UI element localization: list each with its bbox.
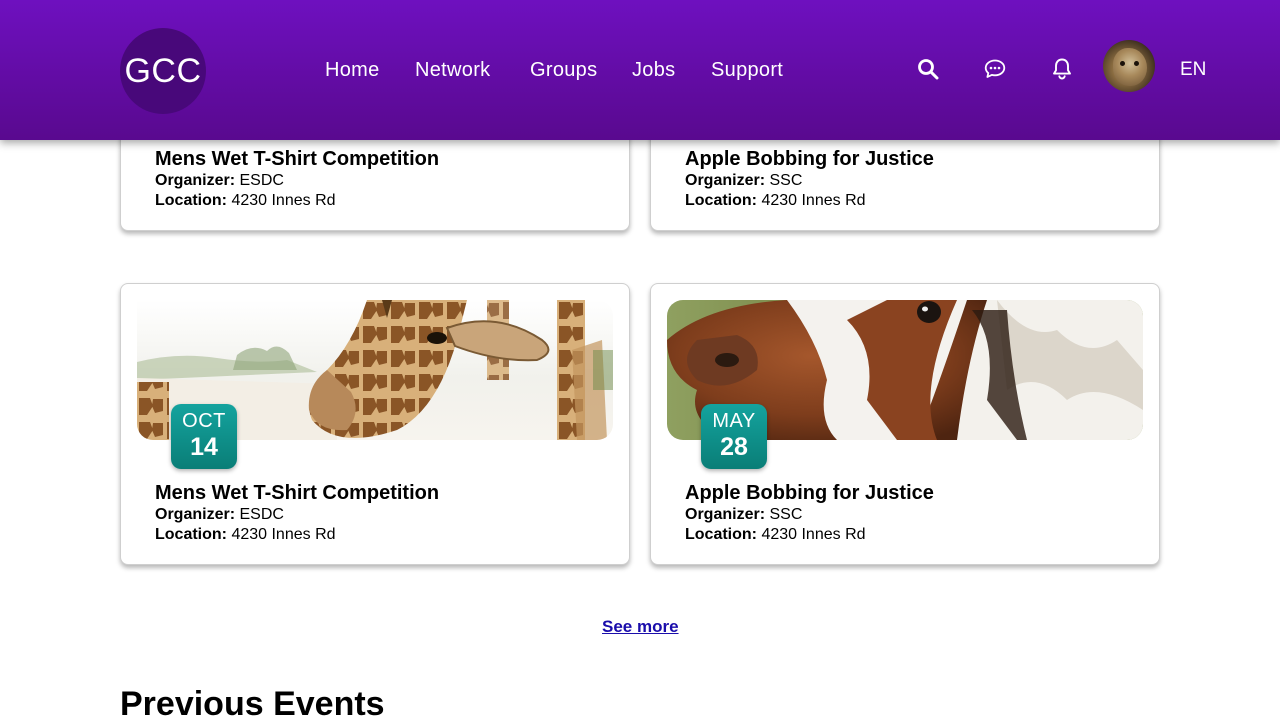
event-title[interactable]: Apple Bobbing for Justice	[685, 481, 934, 505]
event-date-badge: MAY 28	[701, 404, 767, 469]
event-location: Location: 4230 Innes Rd	[685, 525, 866, 545]
see-more-link[interactable]: See more	[602, 617, 679, 637]
organizer-label: Organizer:	[685, 506, 770, 523]
event-month: OCT	[182, 410, 226, 432]
organizer-label: Organizer:	[155, 172, 240, 189]
location-value: 4230 Innes Rd	[231, 192, 336, 209]
event-organizer: Organizer: SSC	[685, 505, 802, 525]
organizer-label: Organizer:	[685, 172, 770, 189]
event-day: 14	[190, 433, 218, 461]
search-icon[interactable]	[915, 55, 941, 83]
organizer-value: ESDC	[239, 172, 284, 189]
event-location: Location: 4230 Innes Rd	[155, 525, 336, 545]
bell-icon[interactable]	[1049, 55, 1075, 83]
top-header: GCC Home Network Groups Jobs Support EN	[0, 0, 1280, 140]
location-label: Location:	[155, 526, 232, 543]
language-toggle[interactable]: EN	[1180, 58, 1206, 82]
nav-jobs[interactable]: Jobs	[632, 57, 675, 83]
organizer-label: Organizer:	[155, 506, 240, 523]
event-title[interactable]: Mens Wet T-Shirt Competition	[155, 147, 439, 171]
location-label: Location:	[155, 192, 232, 209]
organizer-value: SSC	[769, 506, 803, 523]
organizer-value: SSC	[769, 172, 803, 189]
location-value: 4230 Innes Rd	[761, 526, 866, 543]
event-organizer: Organizer: ESDC	[155, 505, 284, 525]
location-label: Location:	[685, 192, 762, 209]
location-label: Location:	[685, 526, 762, 543]
previous-events-heading: Previous Events	[120, 685, 385, 720]
location-value: 4230 Innes Rd	[761, 192, 866, 209]
event-title[interactable]: Mens Wet T-Shirt Competition	[155, 481, 439, 505]
event-card[interactable]: OCT 14 Mens Wet T-Shirt Competition Orga…	[120, 283, 630, 565]
event-date-badge: OCT 14	[171, 404, 237, 469]
chat-icon[interactable]	[982, 55, 1008, 83]
event-location: Location: 4230 Innes Rd	[685, 191, 866, 211]
gcc-logo[interactable]: GCC	[120, 28, 206, 114]
nav-home[interactable]: Home	[325, 57, 380, 83]
user-avatar[interactable]	[1103, 40, 1155, 92]
event-card[interactable]: MAY 28 Apple Bobbing for Justice Organiz…	[650, 283, 1160, 565]
event-title[interactable]: Apple Bobbing for Justice	[685, 147, 934, 171]
event-location: Location: 4230 Innes Rd	[155, 191, 336, 211]
organizer-value: ESDC	[239, 506, 284, 523]
nav-support[interactable]: Support	[711, 57, 783, 83]
location-value: 4230 Innes Rd	[231, 526, 336, 543]
event-month: MAY	[712, 410, 756, 432]
event-day: 28	[720, 433, 748, 461]
event-organizer: Organizer: SSC	[685, 171, 802, 191]
avatar-photo	[1113, 48, 1147, 86]
nav-groups[interactable]: Groups	[530, 57, 597, 83]
nav-network[interactable]: Network	[415, 57, 490, 83]
event-organizer: Organizer: ESDC	[155, 171, 284, 191]
